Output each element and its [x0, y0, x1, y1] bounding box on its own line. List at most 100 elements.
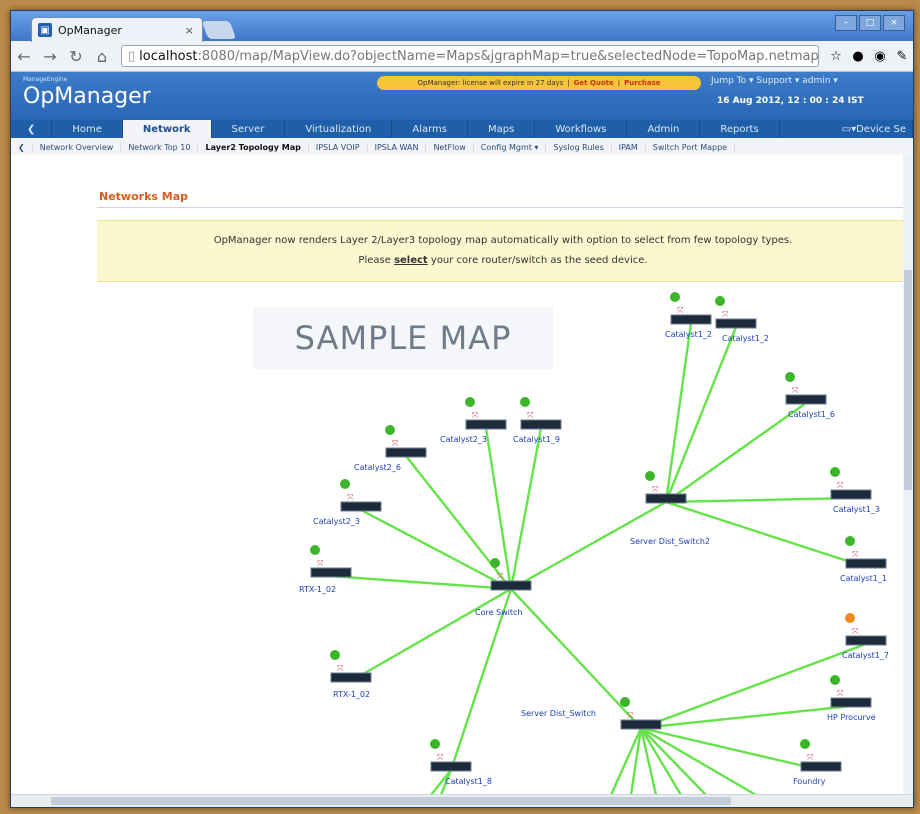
topology-link: [664, 326, 738, 503]
subnav-switch-port-mapper[interactable]: Switch Port Mappe: [646, 142, 736, 152]
switch-device-icon: [715, 318, 757, 329]
browser-titlebar: ▣ OpManager × – □ ×: [11, 11, 913, 42]
window-controls: – □ ×: [835, 15, 905, 31]
subnav-ipsla-voip[interactable]: IPSLA VOIP: [309, 142, 368, 152]
switch-symbol-icon: ⤧: [852, 550, 859, 559]
status-ok-icon: [330, 650, 340, 660]
switch-device-icon: [620, 719, 662, 730]
back-arrow-icon[interactable]: ←: [11, 47, 37, 66]
subnav-layer2-topology-map[interactable]: Layer2 Topology Map: [198, 142, 309, 152]
subnav-network-top10[interactable]: Network Top 10: [121, 142, 199, 152]
switch-device-icon: [430, 761, 472, 772]
topology-map[interactable]: ⤧ Catalyst1_2 ⤧ Catalyst1_2 ⤧ Catalyst1_6 ⤧ Cat…: [11, 155, 901, 795]
header-links[interactable]: Jump To ▾ Support ▾ admin ▾: [711, 76, 838, 86]
nav-admin[interactable]: Admin: [627, 120, 701, 138]
minimize-icon[interactable]: –: [835, 15, 857, 31]
switch-symbol-icon: ⤧: [677, 306, 684, 315]
network-device[interactable]: ⤧ Catalyst1_1: [840, 536, 887, 583]
switch-device-icon: [490, 580, 532, 591]
status-ok-icon: [340, 479, 350, 489]
network-device[interactable]: ⤧ Foundry: [793, 739, 842, 786]
status-ok-icon: [715, 296, 725, 306]
topology-link: [350, 587, 512, 683]
nav-reports[interactable]: Reports: [700, 120, 780, 138]
maximize-icon[interactable]: □: [859, 15, 881, 31]
status-ok-icon: [520, 397, 530, 407]
network-device[interactable]: ⤧ Catalyst2_6: [354, 425, 427, 472]
nav-workflows[interactable]: Workflows: [535, 120, 628, 138]
device-label: Server Dist_Switch: [521, 709, 596, 718]
network-device[interactable]: ⤧ Catalyst1_2: [665, 292, 712, 339]
status-ok-icon: [490, 558, 500, 568]
horizontal-scroll-thumb[interactable]: [51, 797, 731, 805]
topology-link: [360, 508, 512, 591]
nav-home[interactable]: Home: [52, 120, 123, 138]
status-ok-icon: [845, 536, 855, 546]
app-header: ManageEngine OpManager OpManager: licens…: [11, 72, 913, 120]
bookmark-star-icon[interactable]: ☆: [825, 49, 847, 64]
vertical-scroll-thumb[interactable]: [904, 270, 912, 490]
topology-link: [509, 427, 543, 590]
opmanager-logo[interactable]: OpManager: [23, 84, 151, 109]
device-label: Catalyst1_6: [788, 410, 835, 419]
horizontal-scrollbar[interactable]: [11, 794, 913, 807]
status-ok-icon: [310, 545, 320, 555]
subnav-config-mgmt[interactable]: Config Mgmt ▾: [474, 142, 547, 152]
switch-symbol-icon: ⤧: [807, 753, 814, 762]
network-device[interactable]: ⤧ Catalyst1_9: [513, 397, 562, 444]
extension-eye-icon[interactable]: ◉: [869, 49, 891, 64]
network-device[interactable]: ⤧ Catalyst1_2: [715, 296, 769, 343]
switch-symbol-icon: ⤧: [722, 310, 729, 319]
tab-close-icon[interactable]: ×: [185, 24, 194, 37]
status-ok-icon: [465, 397, 475, 407]
network-device[interactable]: ⤧ HP Procurve: [827, 675, 876, 722]
browser-tab[interactable]: ▣ OpManager ×: [31, 17, 203, 42]
device-search[interactable]: ▭▾ Device Se: [822, 120, 913, 138]
network-device[interactable]: ⤧ RTX-1_02: [299, 545, 352, 594]
home-icon[interactable]: ⌂: [89, 47, 115, 66]
subnav-network-overview[interactable]: Network Overview: [33, 142, 122, 152]
switch-device-icon: [340, 501, 382, 512]
nav-maps[interactable]: Maps: [468, 120, 536, 138]
address-bar[interactable]: ▯ localhost :8080/map/MapView.do?objectN…: [121, 45, 819, 67]
new-tab-button[interactable]: [201, 21, 237, 39]
topology-link: [330, 574, 512, 591]
subnav-back-icon[interactable]: ❮: [11, 142, 33, 152]
network-device[interactable]: ⤧ Server Dist_Switch: [521, 697, 662, 730]
nav-server[interactable]: Server: [212, 120, 286, 138]
get-quote-link[interactable]: Get Quote: [574, 79, 614, 87]
topology-link: [405, 455, 512, 590]
network-device[interactable]: ⤧ RTX-1_02: [330, 650, 372, 699]
topology-link: [665, 496, 852, 504]
subnav-netflow[interactable]: NetFlow: [426, 142, 474, 152]
nav-back-arrow-icon[interactable]: ❮: [11, 120, 53, 138]
network-device[interactable]: ⤧ Server Dist_Switch2: [630, 471, 710, 546]
forward-arrow-icon[interactable]: →: [37, 47, 63, 66]
extension-globe-icon[interactable]: ●: [847, 49, 869, 64]
subnav-ipsla-wan[interactable]: IPSLA WAN: [368, 142, 427, 152]
purchase-link[interactable]: Purchase: [624, 79, 660, 87]
nav-network[interactable]: Network: [122, 120, 212, 138]
network-device[interactable]: ⤧ Catalyst1_8: [430, 739, 492, 786]
reload-icon[interactable]: ↻: [63, 47, 89, 66]
nav-alarms[interactable]: Alarms: [392, 120, 468, 138]
close-window-icon[interactable]: ×: [883, 15, 905, 31]
subnav-syslog-rules[interactable]: Syslog Rules: [546, 142, 612, 152]
switch-device-icon: [465, 419, 507, 430]
network-device[interactable]: ⤧ Catalyst1_3: [830, 467, 880, 514]
page-icon: ▯: [128, 48, 136, 64]
switch-symbol-icon: ⤧: [317, 559, 324, 568]
subnav-ipam[interactable]: IPAM: [612, 142, 646, 152]
network-device[interactable]: ⤧ Catalyst1_7: [842, 613, 889, 660]
wrench-icon[interactable]: ✎: [891, 49, 913, 64]
network-device[interactable]: ⤧ Catalyst1_6: [785, 372, 835, 419]
browser-window: ▣ OpManager × – □ × ← → ↻ ⌂ ▯ localhost …: [10, 10, 914, 808]
status-ok-icon: [830, 675, 840, 685]
network-device[interactable]: ⤧ Catalyst2_3: [440, 397, 507, 444]
device-label: Core Switch: [475, 608, 523, 617]
nav-virtualization[interactable]: Virtualization: [285, 120, 393, 138]
vendor-logo: ManageEngine: [23, 76, 68, 83]
network-device[interactable]: ⤧ Catalyst2_3: [313, 479, 382, 526]
vertical-scrollbar[interactable]: [903, 155, 913, 795]
topology-link: [640, 726, 757, 795]
